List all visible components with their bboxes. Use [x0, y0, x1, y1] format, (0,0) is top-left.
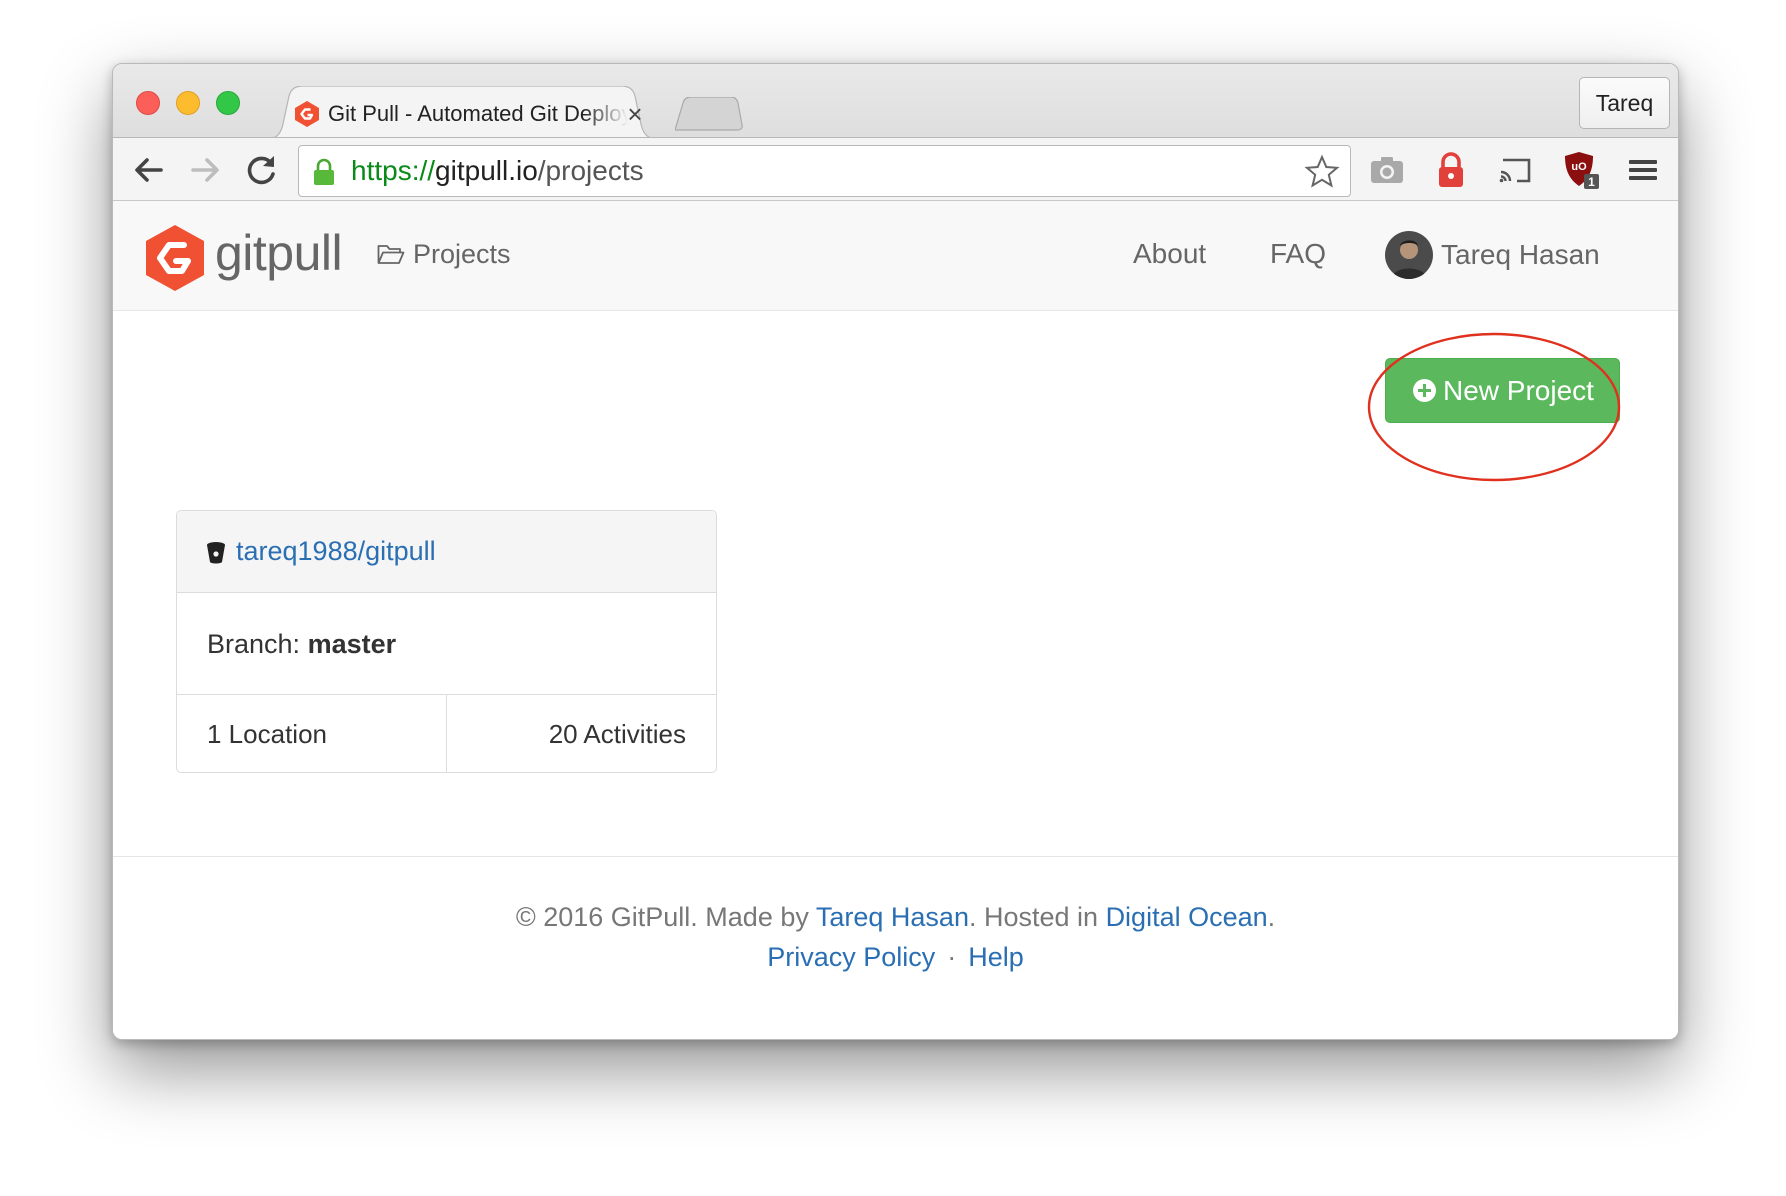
gitpull-favicon-icon [295, 101, 319, 127]
folder-open-icon [377, 245, 405, 264]
project-card: tareq1988/gitpull Branch: master 1 Locat… [176, 510, 717, 773]
locations-count[interactable]: 1 Location [207, 716, 327, 752]
back-arrow-icon[interactable] [129, 150, 169, 190]
address-bar[interactable]: https://gitpull.io/projects [298, 145, 1351, 197]
reload-icon[interactable] [241, 150, 281, 190]
new-tab-button[interactable] [675, 97, 743, 131]
forward-arrow-icon[interactable] [185, 150, 225, 190]
bitbucket-icon [207, 542, 225, 564]
repo-link[interactable]: tareq1988/gitpull [236, 533, 436, 569]
project-card-body: Branch: master [177, 593, 716, 695]
browser-toolbar: https://gitpull.io/projects uO 1 [113, 137, 1678, 201]
browser-window: Git Pull - Automated Git Deployment × Ta… [112, 63, 1679, 1040]
project-card-footer: 1 Location 20 Activities [177, 695, 716, 772]
copyright-text: © 2016 GitPull. Made by [515, 902, 809, 932]
branch-info: Branch: master [207, 626, 396, 662]
brand-name[interactable]: gitpull [215, 223, 343, 283]
site-navbar: gitpull Projects About FAQ Tareq Hasan [113, 201, 1678, 311]
activities-count[interactable]: 20 Activities [549, 716, 686, 752]
zoom-window-button[interactable] [216, 91, 240, 115]
url-text: https://gitpull.io/projects [351, 146, 644, 196]
svg-text:1: 1 [1588, 175, 1595, 189]
camera-icon[interactable] [1367, 150, 1407, 190]
gitpull-page: gitpull Projects About FAQ Tareq Hasan N… [113, 201, 1678, 1039]
ublock-icon[interactable]: uO 1 [1561, 150, 1601, 190]
branch-label: Branch: [207, 629, 301, 659]
host-link[interactable]: Digital Ocean [1106, 902, 1268, 932]
branch-value: master [307, 629, 397, 659]
footer-credits: © 2016 GitPull. Made by Tareq Hasan. Hos… [113, 899, 1678, 935]
project-card-header: tareq1988/gitpull [177, 511, 716, 593]
url-scheme: https:// [351, 155, 436, 186]
profile-button[interactable]: Tareq [1579, 77, 1670, 129]
nav-about-link[interactable]: About [1133, 236, 1206, 272]
svg-text:uO: uO [1571, 161, 1587, 173]
nav-faq-link[interactable]: FAQ [1270, 236, 1326, 272]
lock-extension-icon[interactable] [1431, 150, 1471, 190]
site-footer: © 2016 GitPull. Made by Tareq Hasan. Hos… [113, 856, 1678, 1039]
title-bar: Git Pull - Automated Git Deployment × Ta… [113, 64, 1678, 139]
close-window-button[interactable] [136, 91, 160, 115]
plus-circle-icon [1413, 379, 1436, 402]
menu-icon[interactable] [1623, 150, 1663, 190]
tab-close-icon[interactable]: × [623, 100, 647, 128]
new-project-label: New Project [1443, 375, 1594, 406]
tab-title: Git Pull - Automated Git Deployment [328, 101, 628, 126]
bookmark-star-icon[interactable] [1304, 154, 1340, 190]
minimize-window-button[interactable] [176, 91, 200, 115]
footer-links: Privacy Policy · Help [113, 939, 1678, 975]
help-link[interactable]: Help [968, 942, 1024, 972]
locations-cell: 1 Location [177, 695, 447, 772]
avatar [1385, 231, 1433, 279]
secure-lock-icon [314, 158, 334, 185]
url-path: /projects [537, 155, 644, 186]
url-host: gitpull.io [435, 155, 538, 186]
nav-projects-link[interactable]: Projects [377, 236, 511, 272]
footer-separator: · [947, 942, 957, 972]
privacy-policy-link[interactable]: Privacy Policy [767, 942, 935, 972]
author-link[interactable]: Tareq Hasan [816, 902, 969, 932]
nav-projects-label: Projects [413, 239, 511, 269]
hosted-text: . Hosted in [968, 902, 1099, 932]
gitpull-logo-icon[interactable] [143, 223, 207, 293]
cast-icon[interactable] [1495, 150, 1535, 190]
new-project-button[interactable]: New Project [1385, 358, 1620, 423]
footer-period: . [1267, 902, 1276, 932]
user-name: Tareq Hasan [1441, 239, 1600, 270]
